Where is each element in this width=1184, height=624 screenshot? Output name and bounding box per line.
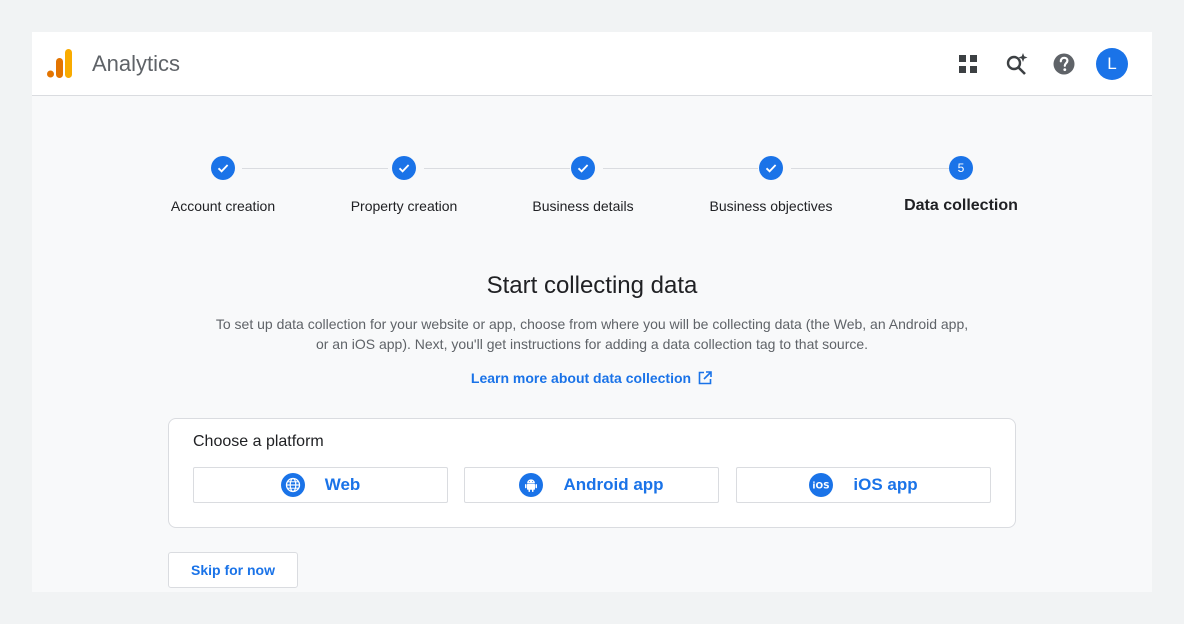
step-1-check-icon [211, 156, 235, 180]
page-description: To set up data collection for your websi… [215, 316, 969, 352]
ios-platform-button[interactable]: iOS iOS app [736, 467, 991, 503]
search-insights-icon[interactable] [1004, 52, 1028, 76]
stepper-connector [242, 168, 388, 169]
account-avatar[interactable]: L [1096, 48, 1128, 80]
globe-icon [280, 473, 305, 497]
page-heading: Start collecting data [486, 272, 698, 299]
web-platform-label: Web [324, 475, 361, 494]
ios-platform-label: iOS app [853, 475, 918, 494]
platform-card-title: Choose a platform [193, 433, 324, 450]
ios-icon: iOS [809, 473, 834, 497]
stepper-connector [603, 168, 758, 169]
app-frame: Analytics L 5 Account creation Property … [32, 32, 1152, 592]
step-label-business-details: Business details [532, 198, 634, 214]
step-label-property-creation: Property creation [350, 198, 458, 214]
stepper-connector [424, 168, 570, 169]
stepper-connector [791, 168, 949, 169]
help-icon[interactable] [1052, 52, 1076, 76]
step-label-data-collection: Data collection [904, 197, 1018, 214]
step-3-check-icon [571, 156, 595, 180]
step-4-check-icon [759, 156, 783, 180]
android-platform-label: Android app [563, 475, 664, 494]
app-title: Analytics [92, 51, 181, 76]
learn-more-row: Learn more about data collection [32, 370, 1152, 386]
step-5-number: 5 [949, 156, 973, 180]
step-2-check-icon [392, 156, 416, 180]
open-in-new-icon[interactable] [697, 370, 713, 386]
analytics-logo [47, 49, 72, 78]
platform-card: Choose a platform Web Android app iOS iO… [168, 418, 1016, 528]
top-bar: Analytics L [32, 32, 1152, 96]
skip-for-now-button[interactable]: Skip for now [168, 552, 298, 588]
step-label-business-objectives: Business objectives [709, 198, 833, 214]
apps-grid-icon[interactable] [956, 52, 980, 76]
web-platform-button[interactable]: Web [193, 467, 448, 503]
step-label-account-creation: Account creation [170, 198, 276, 214]
android-platform-button[interactable]: Android app [464, 467, 719, 503]
svg-text:iOS: iOS [813, 482, 830, 492]
learn-more-link[interactable]: Learn more about data collection [471, 370, 691, 386]
android-icon [519, 473, 544, 497]
